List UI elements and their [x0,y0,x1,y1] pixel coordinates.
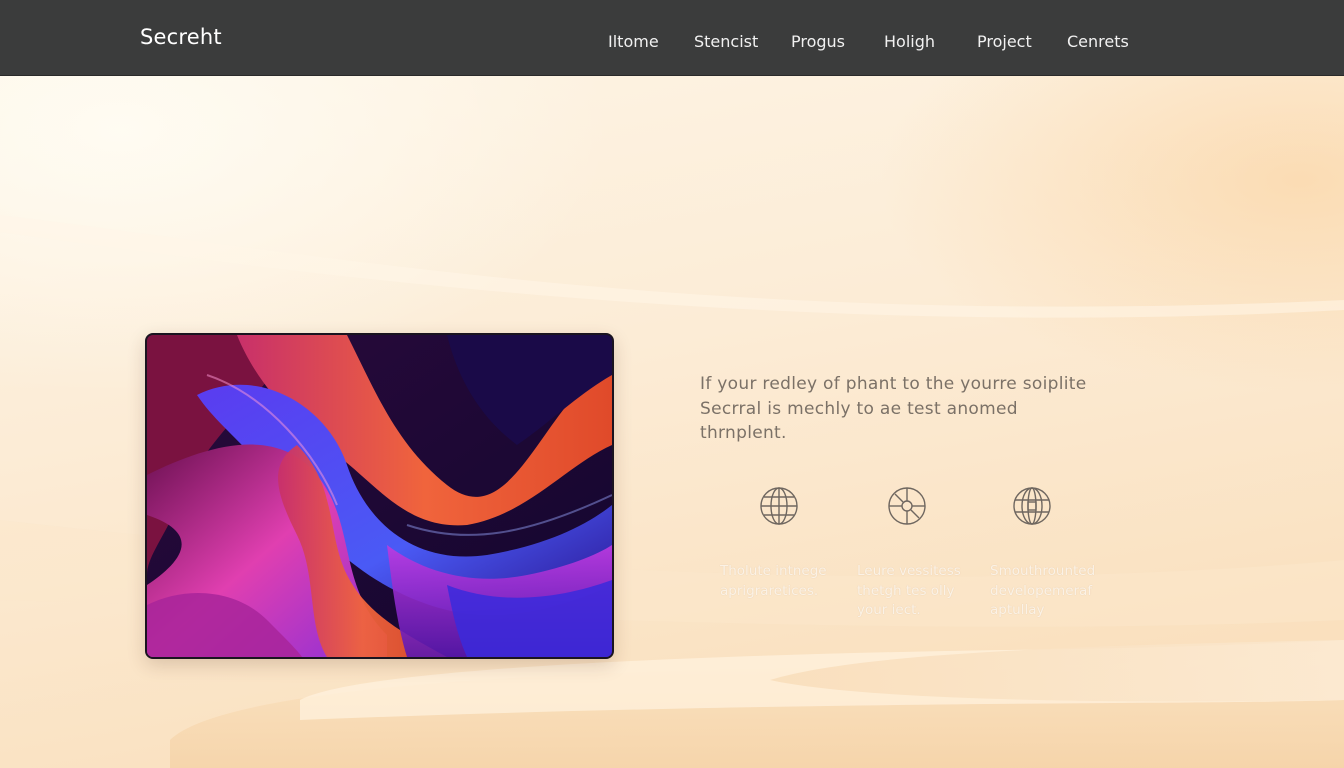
nav-link-iltome[interactable]: Iltome [608,32,659,51]
feature-line: Tholute intnege [720,563,827,579]
feature-description: Smouthrounted developemeraf aptullay [990,562,1120,621]
feature-line: your iect. [857,602,921,618]
feature-line: aptullay [990,602,1045,618]
intro-line: If your redley of phant to the yourre so… [700,374,1087,394]
top-navbar: Secreht Iltome Stencist Progus Holigh Pr… [0,0,1344,76]
nav-link-stencist[interactable]: Stencist [694,32,758,51]
intro-paragraph: If your redley of phant to the yourre so… [700,372,1120,446]
nav-link-cenrets[interactable]: Cenrets [1067,32,1129,51]
nav-link-project[interactable]: Project [977,32,1032,51]
globe-icon [758,485,800,527]
feature-line: developemeraf [990,582,1093,599]
feature-line: thetgh tes olly [857,582,955,599]
hero-abstract-artwork [145,333,614,659]
feature-line: Smouthrounted [990,563,1096,579]
brand-logo[interactable]: Secreht [140,25,222,49]
compass-icon [886,485,928,527]
nav-link-progus[interactable]: Progus [791,32,845,51]
intro-line: thrnplent. [700,423,787,443]
feature-description: Leure vessitess thetgh tes olly your iec… [857,562,987,621]
intro-line: Secrral is mechly to ae test anomed [700,398,1018,419]
feature-line: aprigraretices. [720,582,819,599]
sphere-grid-icon [1011,485,1053,527]
feature-line: Leure vessitess [857,563,961,579]
feature-description: Tholute intnege aprigraretices. [720,562,850,601]
nav-link-holigh[interactable]: Holigh [884,32,935,51]
